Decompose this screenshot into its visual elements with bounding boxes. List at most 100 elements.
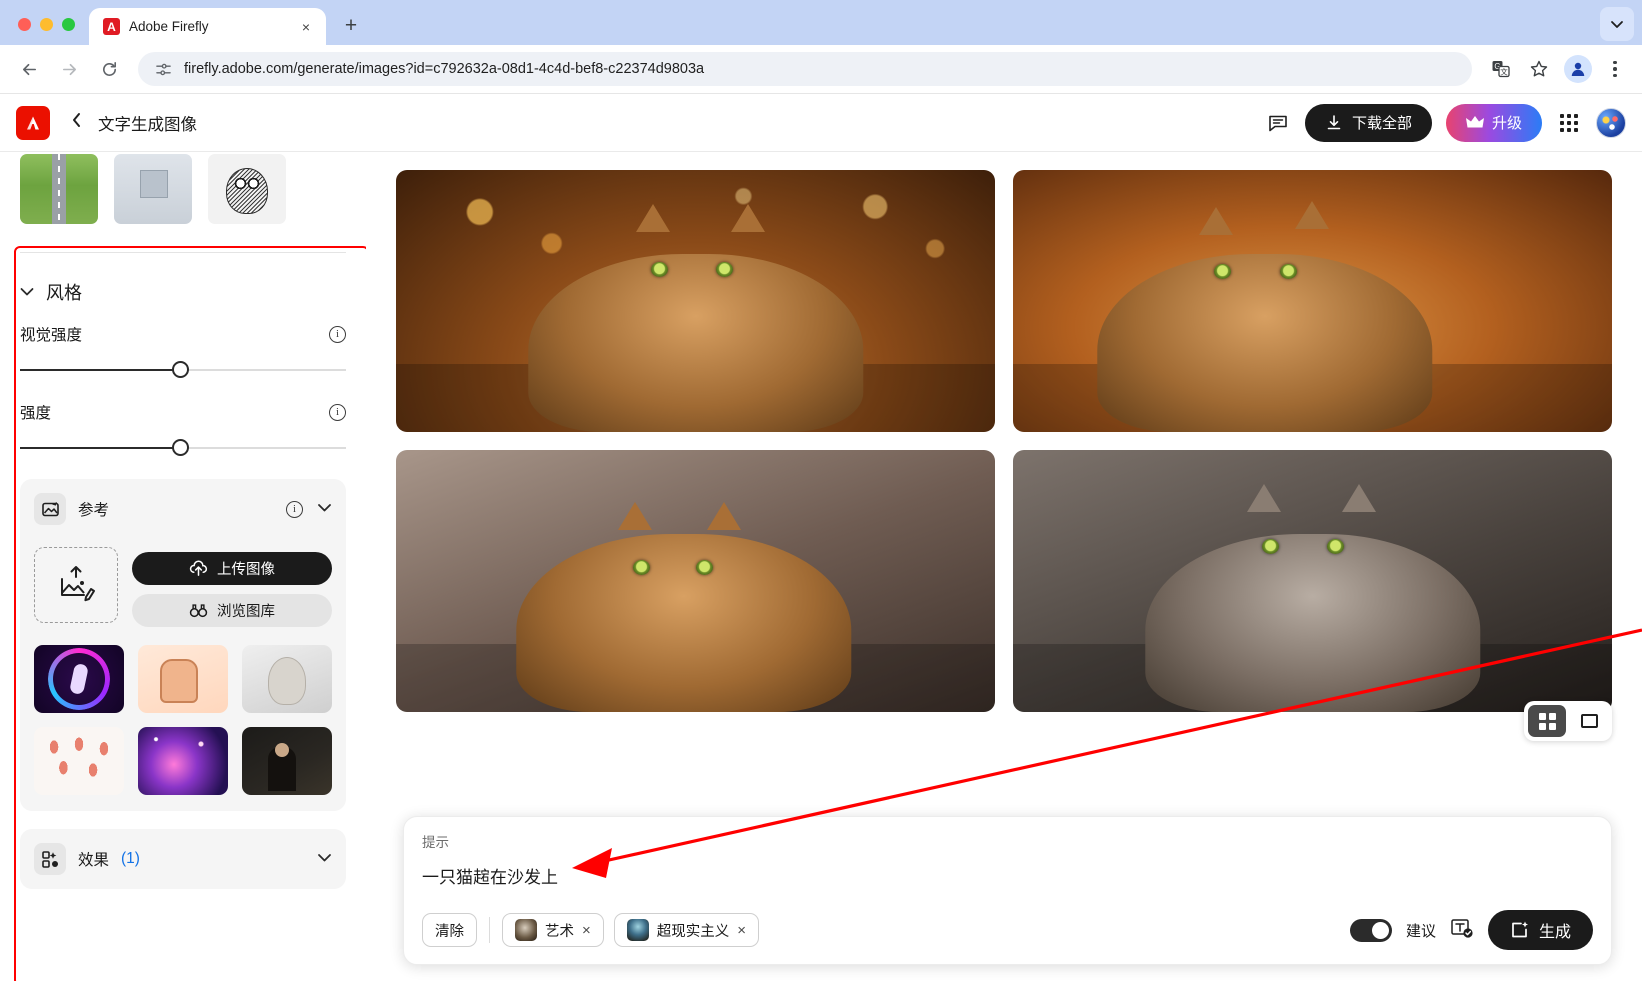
adobe-logo-icon[interactable] (16, 106, 50, 140)
generated-image-2[interactable] (1013, 170, 1612, 432)
firefly-app: 文字生成图像 下载全部 升级 (0, 94, 1642, 981)
upgrade-label: 升级 (1492, 112, 1522, 133)
single-view-icon (1581, 714, 1598, 728)
cat-eye-left (633, 560, 650, 575)
translate-icon[interactable]: G 文 (1484, 52, 1518, 86)
remove-chip-icon[interactable]: × (582, 922, 591, 939)
image-dropzone[interactable] (34, 547, 118, 623)
forward-button[interactable] (52, 52, 86, 86)
reference-card-header[interactable]: 参考 i (34, 493, 332, 525)
generated-image-4[interactable] (1013, 450, 1612, 712)
visual-intensity-label: 视觉强度 (20, 323, 82, 345)
download-all-button[interactable]: 下载全部 (1305, 104, 1432, 142)
cat-ear-right (1295, 201, 1329, 229)
visual-intensity-slider-block: 视觉强度 i (20, 323, 346, 383)
close-tab-icon[interactable]: × (296, 17, 316, 37)
cat-eye-right (696, 560, 713, 575)
prompt-bar-right-controls: 建议 (1350, 910, 1593, 950)
info-icon[interactable]: i (329, 326, 346, 343)
effects-count-badge: (1) (121, 850, 140, 868)
cat-eye-left (651, 262, 668, 277)
cat-eye-left (1262, 539, 1279, 554)
cat-eye-right (716, 262, 733, 277)
effects-icon (34, 843, 66, 875)
info-icon[interactable]: i (329, 404, 346, 421)
apps-grid-icon[interactable] (1556, 110, 1582, 136)
visual-intensity-slider[interactable] (20, 357, 346, 383)
info-icon[interactable]: i (286, 501, 303, 518)
reference-thumb-dark-portrait[interactable] (242, 727, 332, 795)
browse-gallery-label: 浏览图库 (217, 600, 275, 621)
style-section-header[interactable]: 风格 (20, 279, 346, 305)
browse-gallery-button[interactable]: 浏览图库 (132, 594, 332, 627)
style-chip-art[interactable]: 艺术 × (502, 913, 604, 947)
reference-thumb-cosmic-cloud[interactable] (138, 727, 228, 795)
strength-slider[interactable] (20, 435, 346, 461)
tab-search-chevron-icon[interactable] (1600, 7, 1634, 41)
reference-thumb-thumbs-up[interactable] (138, 645, 228, 713)
chevron-down-icon[interactable] (317, 500, 332, 518)
sofa-region (396, 364, 995, 432)
upload-image-label: 上传图像 (217, 558, 275, 579)
art-style-thumb-icon (515, 919, 537, 941)
thumbnail-road-landscape[interactable] (20, 154, 98, 224)
reference-thumb-hands-pattern[interactable] (34, 727, 124, 795)
back-button[interactable] (12, 52, 46, 86)
browser-tab[interactable]: A Adobe Firefly × (89, 8, 326, 45)
single-view-button[interactable] (1570, 705, 1608, 737)
chip-divider (489, 917, 490, 943)
strength-label: 强度 (20, 401, 51, 423)
upload-image-button[interactable]: 上传图像 (132, 552, 332, 585)
browser-tabstrip: A Adobe Firefly × + (0, 0, 1642, 45)
cat-body (528, 254, 863, 432)
prompt-bar: 提示 一只猫趤在沙发上 清除 艺术 × 超现实主义 × (403, 816, 1612, 965)
address-bar[interactable]: firefly.adobe.com/generate/images?id=c79… (138, 52, 1472, 86)
maximize-window-button[interactable] (62, 18, 75, 31)
reference-thumb-neon-portrait[interactable] (34, 645, 124, 713)
style-chip-surrealism-label: 超现实主义 (657, 920, 730, 941)
generate-label: 生成 (1539, 918, 1571, 942)
upgrade-button[interactable]: 升级 (1446, 104, 1542, 142)
reference-thumb-classical-statue[interactable] (242, 645, 332, 713)
generate-button[interactable]: 生成 (1488, 910, 1593, 950)
grid-view-button[interactable] (1528, 705, 1566, 737)
prompt-bar-controls: 清除 艺术 × 超现实主义 × 建议 (422, 910, 1593, 950)
page-title: 文字生成图像 (98, 111, 197, 135)
back-navigation-chevron-icon[interactable] (66, 112, 86, 133)
new-tab-button[interactable]: + (336, 11, 366, 41)
slider-knob[interactable] (172, 439, 189, 456)
minimize-window-button[interactable] (40, 18, 53, 31)
suggestion-toggle[interactable] (1350, 919, 1392, 942)
cat-body (1145, 534, 1480, 712)
effects-card[interactable]: 效果 (1) (20, 829, 346, 889)
generated-image-3[interactable] (396, 450, 995, 712)
site-settings-icon[interactable] (152, 58, 174, 80)
style-chip-surrealism[interactable]: 超现实主义 × (614, 913, 759, 947)
generated-image-grid (396, 170, 1612, 712)
thumbnail-owl-sketch[interactable] (208, 154, 286, 224)
style-chip-art-label: 艺术 (545, 920, 574, 941)
remove-chip-icon[interactable]: × (737, 922, 746, 939)
slider-knob[interactable] (172, 361, 189, 378)
thumbnail-cube-3d[interactable] (114, 154, 192, 224)
adobe-favicon-icon: A (103, 18, 120, 35)
bookmark-star-icon[interactable] (1522, 52, 1556, 86)
reload-button[interactable] (92, 52, 126, 86)
browser-window: A Adobe Firefly × + (0, 0, 1642, 981)
generated-image-1[interactable] (396, 170, 995, 432)
sidebar-divider (20, 252, 346, 253)
close-window-button[interactable] (18, 18, 31, 31)
app-header-actions: 下载全部 升级 (1265, 104, 1626, 142)
avatar[interactable] (1596, 108, 1626, 138)
slider-fill (20, 369, 180, 371)
style-section-title: 风格 (46, 279, 82, 305)
prompt-input[interactable]: 一只猫趤在沙发上 (422, 863, 1593, 888)
chevron-down-icon[interactable] (20, 285, 34, 300)
toolbar-right-controls: G 文 (1484, 52, 1630, 86)
browser-menu-icon[interactable] (1600, 52, 1630, 86)
profile-avatar-icon[interactable] (1564, 55, 1592, 83)
chevron-down-icon[interactable] (317, 850, 332, 868)
clear-button[interactable]: 清除 (422, 913, 477, 947)
feedback-icon[interactable] (1265, 110, 1291, 136)
text-verified-icon[interactable] (1450, 917, 1474, 944)
